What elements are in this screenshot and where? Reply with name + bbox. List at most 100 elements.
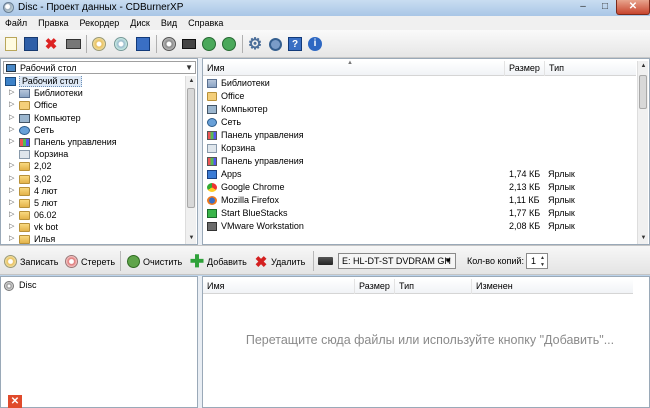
column-size[interactable]: Размер [355,279,395,294]
column-modified[interactable]: Изменен [472,279,633,294]
column-size[interactable]: Размер [505,61,545,76]
column-type[interactable]: Тип [545,61,636,76]
tree-item-folder[interactable]: ▷ 2,02 [3,161,186,173]
compilation-panel[interactable]: Имя Размер Тип Изменен Перетащите сюда ф… [202,276,650,408]
eject-icon[interactable] [220,35,238,53]
help-icon[interactable]: ? [286,35,304,53]
remove-button[interactable]: ✖ Удалить [254,254,306,271]
file-row[interactable]: Google Chrome 2,13 КБ Ярлык [203,181,636,194]
delete-icon[interactable]: ✖ [42,35,60,53]
decrement-icon[interactable]: ▼ [539,262,546,268]
copies-stepper[interactable]: 1 ▲ ▼ [526,253,548,269]
column-name[interactable]: Имя [203,279,355,294]
expand-icon[interactable]: ▷ [9,113,14,121]
scroll-thumb[interactable] [187,88,195,208]
file-row[interactable]: Корзина [203,142,636,155]
copy-disc-icon[interactable] [160,35,178,53]
file-row[interactable]: Apps 1,74 КБ Ярлык [203,168,636,181]
file-row[interactable]: Office [203,90,636,103]
scroll-thumb[interactable] [639,75,647,109]
tree-item-computer[interactable]: ▷ Компьютер [3,113,186,125]
tree-item-control-panel[interactable]: ▷ Панель управления [3,137,186,149]
folder-tree: Рабочий стол ▷ Библиотеки ▷ Office ▷ Ком… [3,76,186,244]
file-type: Ярлык [548,195,575,205]
file-name: Mozilla Firefox [221,195,280,205]
tree-item-folder[interactable]: ▷ 4 лют [3,186,186,198]
file-row[interactable]: VMware Workstation 2,08 КБ Ярлык [203,220,636,233]
search-icon[interactable] [266,35,284,53]
increment-icon[interactable]: ▲ [539,255,546,261]
chevron-down-icon[interactable]: ▼ [444,256,452,265]
erase-button[interactable]: Стереть [64,254,115,269]
tree-item-folder[interactable]: ▷ 06.02 [3,210,186,222]
erase-disc-icon[interactable] [112,35,130,53]
expand-icon[interactable]: ▷ [9,125,14,133]
control-panel-icon [207,131,217,140]
refresh-icon[interactable] [200,35,218,53]
expand-icon[interactable]: ▷ [9,161,14,169]
scroll-up-icon[interactable]: ▲ [186,76,197,87]
expand-icon[interactable]: ▷ [9,137,14,145]
remove-button-label: Удалить [271,256,306,267]
chevron-down-icon[interactable]: ▼ [185,63,193,72]
minimize-button[interactable]: – [572,0,594,15]
tree-scrollbar[interactable]: ▲ ▼ [185,76,196,244]
tree-item-office[interactable]: ▷ Office [3,100,186,112]
about-icon[interactable]: i [306,35,324,53]
tree-item-label: Компьютер [34,112,81,123]
expand-icon[interactable]: ▷ [9,174,14,182]
tree-item-libraries[interactable]: ▷ Библиотеки [3,88,186,100]
file-row[interactable]: Start BlueStacks 1,77 КБ Ярлык [203,207,636,220]
maximize-button[interactable]: □ [594,0,616,15]
tree-item-recycle-bin[interactable]: Корзина [3,149,186,161]
desktop-icon [5,77,16,86]
save-icon[interactable] [22,35,40,53]
disc-info-icon[interactable] [134,35,152,53]
expand-icon[interactable]: ▷ [9,234,14,242]
expand-icon[interactable]: ▷ [9,198,14,206]
tree-item-folder[interactable]: ▷ 5 лют [3,198,186,210]
location-combo[interactable]: Рабочий стол ▼ [3,61,196,74]
file-row[interactable]: Панель управления [203,129,636,142]
tree-item-network[interactable]: ▷ Сеть [3,125,186,137]
close-icon[interactable]: ✕ [8,395,22,408]
add-button[interactable]: ✚ Добавить [190,252,247,271]
file-row[interactable]: Библиотеки [203,77,636,90]
burn-button[interactable]: Записать [3,254,58,269]
scroll-up-icon[interactable]: ▲ [638,61,649,72]
drive-icon[interactable] [180,35,198,53]
file-list-scrollbar[interactable]: ▲ ▼ [637,61,648,244]
expand-icon[interactable]: ▷ [9,222,14,230]
settings-icon[interactable]: ⚙ [246,35,264,53]
control-panel-icon [19,137,30,147]
expand-icon[interactable]: ▷ [9,100,14,108]
close-button[interactable]: ✕ [616,0,650,15]
column-type[interactable]: Тип [395,279,472,294]
expand-icon[interactable]: ▷ [9,210,14,218]
menu-help[interactable]: Справка [183,16,229,30]
scroll-down-icon[interactable]: ▼ [638,233,649,244]
menu-disc[interactable]: Диск [125,16,156,30]
libraries-icon [207,79,217,88]
new-project-icon[interactable] [2,35,20,53]
tree-item-folder[interactable]: ▷ Илья [3,234,186,244]
file-row[interactable]: Mozilla Firefox 1,11 КБ Ярлык [203,194,636,207]
menu-recorder[interactable]: Рекордер [75,16,126,30]
clear-button[interactable]: Очистить [126,254,182,269]
scroll-down-icon[interactable]: ▼ [186,233,197,244]
file-row[interactable]: Сеть [203,116,636,129]
file-row[interactable]: Компьютер [203,103,636,116]
menu-file[interactable]: Файл [0,16,33,30]
burn-disc-icon[interactable] [90,35,108,53]
file-row[interactable]: Панель управления [203,155,636,168]
menu-view[interactable]: Вид [156,16,183,30]
expand-icon[interactable]: ▷ [9,88,14,96]
column-name[interactable]: Имя [203,61,505,76]
drive-select[interactable]: E: HL-DT-ST DVDRAM GH ▼ [338,253,456,269]
tree-item-desktop[interactable]: Рабочий стол [3,76,186,88]
menu-edit[interactable]: Правка [33,16,74,30]
tree-item-folder[interactable]: ▷ 3,02 [3,174,186,186]
tree-item-folder[interactable]: ▷ vk bot [3,222,186,234]
expand-icon[interactable]: ▷ [9,186,14,194]
print-icon[interactable] [64,35,82,53]
